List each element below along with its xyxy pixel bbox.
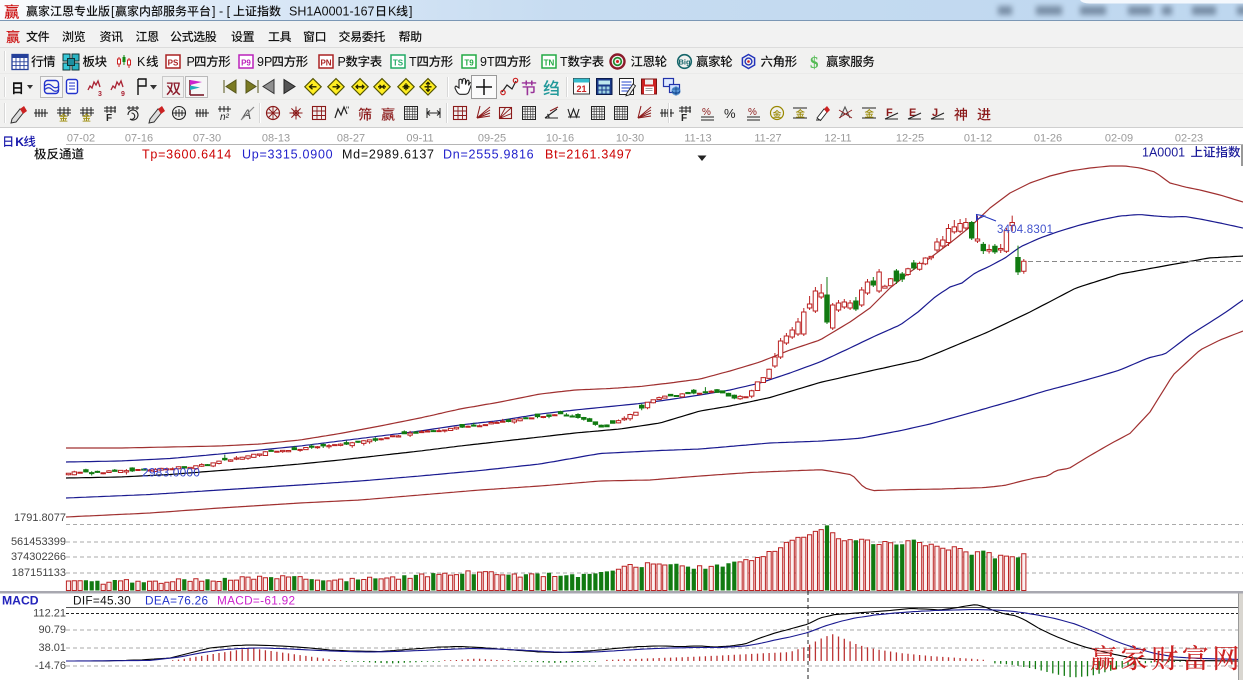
svg-text:12-25: 12-25 [896,133,924,145]
svg-text:08-13: 08-13 [262,133,290,145]
svg-text:-14.76: -14.76 [35,660,66,672]
svg-text:09-11: 09-11 [406,133,433,145]
svg-text:PN: PN [320,59,331,68]
svg-text:T9: T9 [464,59,474,68]
svg-text:2983.0000: 2983.0000 [142,466,200,480]
svg-text:T: T [560,55,568,69]
svg-text:11-27: 11-27 [754,133,781,145]
svg-text:DIF=45.30: DIF=45.30 [73,594,131,608]
svg-text:%: % [748,107,757,118]
svg-text:21: 21 [576,84,586,94]
svg-text:": " [346,105,349,115]
svg-text:12-11: 12-11 [824,133,851,145]
svg-text:[: [ [111,5,115,19]
svg-text:DEA=76.26: DEA=76.26 [145,594,209,608]
svg-text:K: K [388,5,397,19]
svg-text:02-09: 02-09 [1105,133,1133,145]
svg-text:K: K [15,135,24,149]
svg-text:MACD=-61.92: MACD=-61.92 [217,594,295,608]
svg-text:10-16: 10-16 [546,133,574,145]
svg-text:38.01: 38.01 [38,642,66,654]
svg-text:SH1A0001-167: SH1A0001-167 [289,5,375,19]
svg-text:T: T [409,55,417,69]
svg-text:9T: 9T [480,55,495,69]
svg-text:$: $ [810,53,819,72]
svg-text:07-30: 07-30 [193,133,221,145]
svg-text:Up=3315.0900: Up=3315.0900 [242,148,333,162]
svg-text:07-16: 07-16 [125,133,153,145]
svg-text:9P: 9P [257,55,272,69]
svg-text:F: F [106,113,112,124]
svg-text:F: F [681,113,687,124]
svg-text:1A0001: 1A0001 [1142,146,1185,160]
svg-text:P9: P9 [241,59,251,68]
svg-text:11-13: 11-13 [684,133,711,145]
svg-text:08-27: 08-27 [337,133,365,145]
svg-text:07-02: 07-02 [67,133,95,145]
svg-text:561453399: 561453399 [11,536,66,548]
svg-text:1791.8077: 1791.8077 [14,512,66,524]
svg-text:01-12: 01-12 [964,133,992,145]
svg-text:%: % [724,106,736,121]
svg-text:9: 9 [121,91,125,98]
svg-text:3404.8301: 3404.8301 [997,224,1053,236]
svg-text:Md=2989.6137: Md=2989.6137 [342,148,435,162]
svg-text:90.79: 90.79 [38,624,66,636]
svg-text:Bt=2161.3497: Bt=2161.3497 [545,148,632,162]
svg-text:MACD: MACD [2,594,39,608]
svg-text:Big: Big [678,58,691,67]
svg-text:P: P [338,55,346,69]
svg-text:01-26: 01-26 [1034,133,1062,145]
svg-text:Tp=3600.6414: Tp=3600.6414 [142,148,232,162]
svg-text:P: P [187,55,195,69]
svg-text:%: % [702,107,711,118]
svg-text:10-30: 10-30 [616,133,644,145]
svg-text:n²: n² [220,112,230,123]
svg-text:K: K [137,55,146,69]
svg-text:]: ] [409,5,412,19]
svg-text:TN: TN [544,59,555,68]
svg-text:3: 3 [98,91,102,98]
svg-text:187151133: 187151133 [12,567,66,579]
svg-text:09-25: 09-25 [478,133,506,145]
svg-text:PS: PS [168,59,179,68]
svg-text:TS: TS [393,59,404,68]
svg-text:374302266: 374302266 [11,551,66,563]
svg-text:Dn=2555.9816: Dn=2555.9816 [443,148,534,162]
svg-text:112.21: 112.21 [33,608,66,620]
svg-text:02-23: 02-23 [1175,133,1203,145]
svg-text:] - [: ] - [ [212,5,231,19]
